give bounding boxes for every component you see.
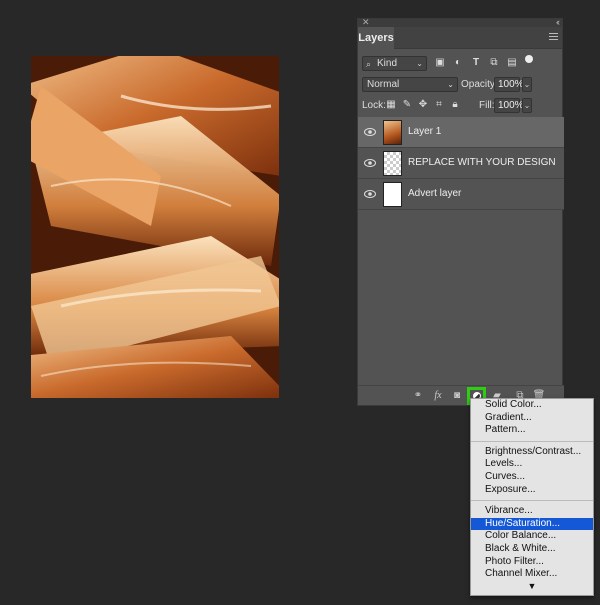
menu-item[interactable]: Color Balance... bbox=[471, 530, 593, 543]
menu-item[interactable]: Solid Color... bbox=[471, 399, 593, 412]
kind-filter-select[interactable]: ⌕ Kind ⌄ bbox=[362, 56, 427, 71]
lock-move-icon[interactable]: ✥ bbox=[417, 99, 429, 111]
menu-item[interactable]: Curves... bbox=[471, 471, 593, 484]
lock-transparent-icon[interactable]: ▦ bbox=[385, 99, 397, 111]
adjustment-menu: Solid Color... Gradient... Pattern... Brigh… bbox=[470, 398, 594, 596]
menu-separator bbox=[471, 500, 593, 502]
menu-item[interactable]: Brightness/Contrast... bbox=[471, 446, 593, 459]
menu-item[interactable]: Black & White... bbox=[471, 543, 593, 556]
layer-name: REPLACE WITH YOUR DESIGN bbox=[408, 157, 556, 168]
fill-dropdown-icon[interactable]: ⌄ bbox=[522, 98, 532, 113]
menu-item[interactable]: Exposure... bbox=[471, 484, 593, 497]
lock-artboard-icon[interactable]: ⌗ bbox=[433, 99, 445, 111]
layer-name: Layer 1 bbox=[408, 126, 442, 137]
menu-item[interactable]: Levels... bbox=[471, 458, 593, 471]
layer-thumbnail bbox=[383, 182, 402, 207]
search-icon: ⌕ bbox=[366, 59, 372, 69]
lock-brush-icon[interactable]: ✎ bbox=[401, 99, 413, 111]
layer-thumbnail bbox=[383, 120, 402, 145]
opacity-dropdown-icon[interactable]: ⌄ bbox=[522, 77, 532, 92]
opacity-label: Opacity: bbox=[461, 79, 498, 90]
fill-field[interactable]: 100% bbox=[494, 98, 524, 113]
canvas-image bbox=[31, 56, 279, 398]
lock-label: Lock: bbox=[362, 100, 386, 111]
menu-separator bbox=[471, 440, 593, 442]
chevron-down-icon: ⌄ bbox=[416, 59, 423, 68]
blend-mode-value: Normal bbox=[367, 79, 400, 90]
opacity-field[interactable]: 100% bbox=[494, 77, 524, 92]
layer-row[interactable]: Advert layer bbox=[358, 179, 564, 210]
chevron-down-icon: ⌄ bbox=[447, 80, 454, 89]
eye-icon[interactable] bbox=[364, 189, 376, 199]
bread-photo bbox=[31, 56, 279, 398]
menu-item[interactable]: Pattern... bbox=[471, 424, 593, 437]
panel-title-strip: ✕ ‹‹ bbox=[358, 17, 562, 27]
panel-menu-icon[interactable] bbox=[549, 33, 558, 42]
menu-item[interactable]: Vibrance... bbox=[471, 505, 593, 518]
blend-mode-select[interactable]: Normal ⌄ bbox=[362, 77, 458, 92]
lock-all-icon[interactable]: 🔒︎ bbox=[449, 99, 461, 111]
kind-filter-label: Kind bbox=[377, 58, 398, 69]
tab-layers[interactable]: Layers bbox=[358, 27, 394, 49]
type-filter-icon[interactable]: T bbox=[470, 57, 482, 69]
fx-icon[interactable]: fx bbox=[431, 390, 445, 402]
layer-row[interactable]: Layer 1 bbox=[358, 117, 564, 148]
menu-item[interactable]: Photo Filter... bbox=[471, 556, 593, 569]
eye-icon[interactable] bbox=[364, 127, 376, 137]
fill-label: Fill: bbox=[479, 100, 495, 111]
layer-mask-icon[interactable]: ◙ bbox=[450, 390, 464, 402]
menu-item[interactable]: Channel Mixer... bbox=[471, 568, 593, 581]
layers-panel: ✕ ‹‹ Layers ⌕ Kind ⌄ ▣ ◐ T ⧉ ▤ Normal ⌄ … bbox=[357, 17, 564, 406]
menu-scroll-down-icon[interactable]: ▼ bbox=[471, 581, 593, 591]
menu-item[interactable]: Hue/Saturation... bbox=[471, 517, 593, 531]
smart-object-filter-icon[interactable]: ▤ bbox=[506, 57, 518, 69]
layer-name: Advert layer bbox=[408, 188, 462, 199]
eye-icon[interactable] bbox=[364, 158, 376, 168]
panel-tabbar: Layers bbox=[358, 27, 562, 49]
menu-item[interactable]: Gradient... bbox=[471, 412, 593, 425]
shape-filter-icon[interactable]: ⧉ bbox=[488, 57, 500, 69]
smart-object-thumbnail bbox=[383, 151, 402, 176]
layers-list: Layer 1 REPLACE WITH YOUR DESIGN Advert … bbox=[358, 117, 564, 210]
layer-row[interactable]: REPLACE WITH YOUR DESIGN bbox=[358, 148, 564, 179]
adjustment-filter-icon[interactable]: ◐ bbox=[452, 57, 464, 69]
pixel-filter-icon[interactable]: ▣ bbox=[434, 57, 446, 69]
filter-toggle-icon[interactable] bbox=[525, 55, 533, 63]
link-icon[interactable]: ⚭ bbox=[411, 390, 425, 402]
